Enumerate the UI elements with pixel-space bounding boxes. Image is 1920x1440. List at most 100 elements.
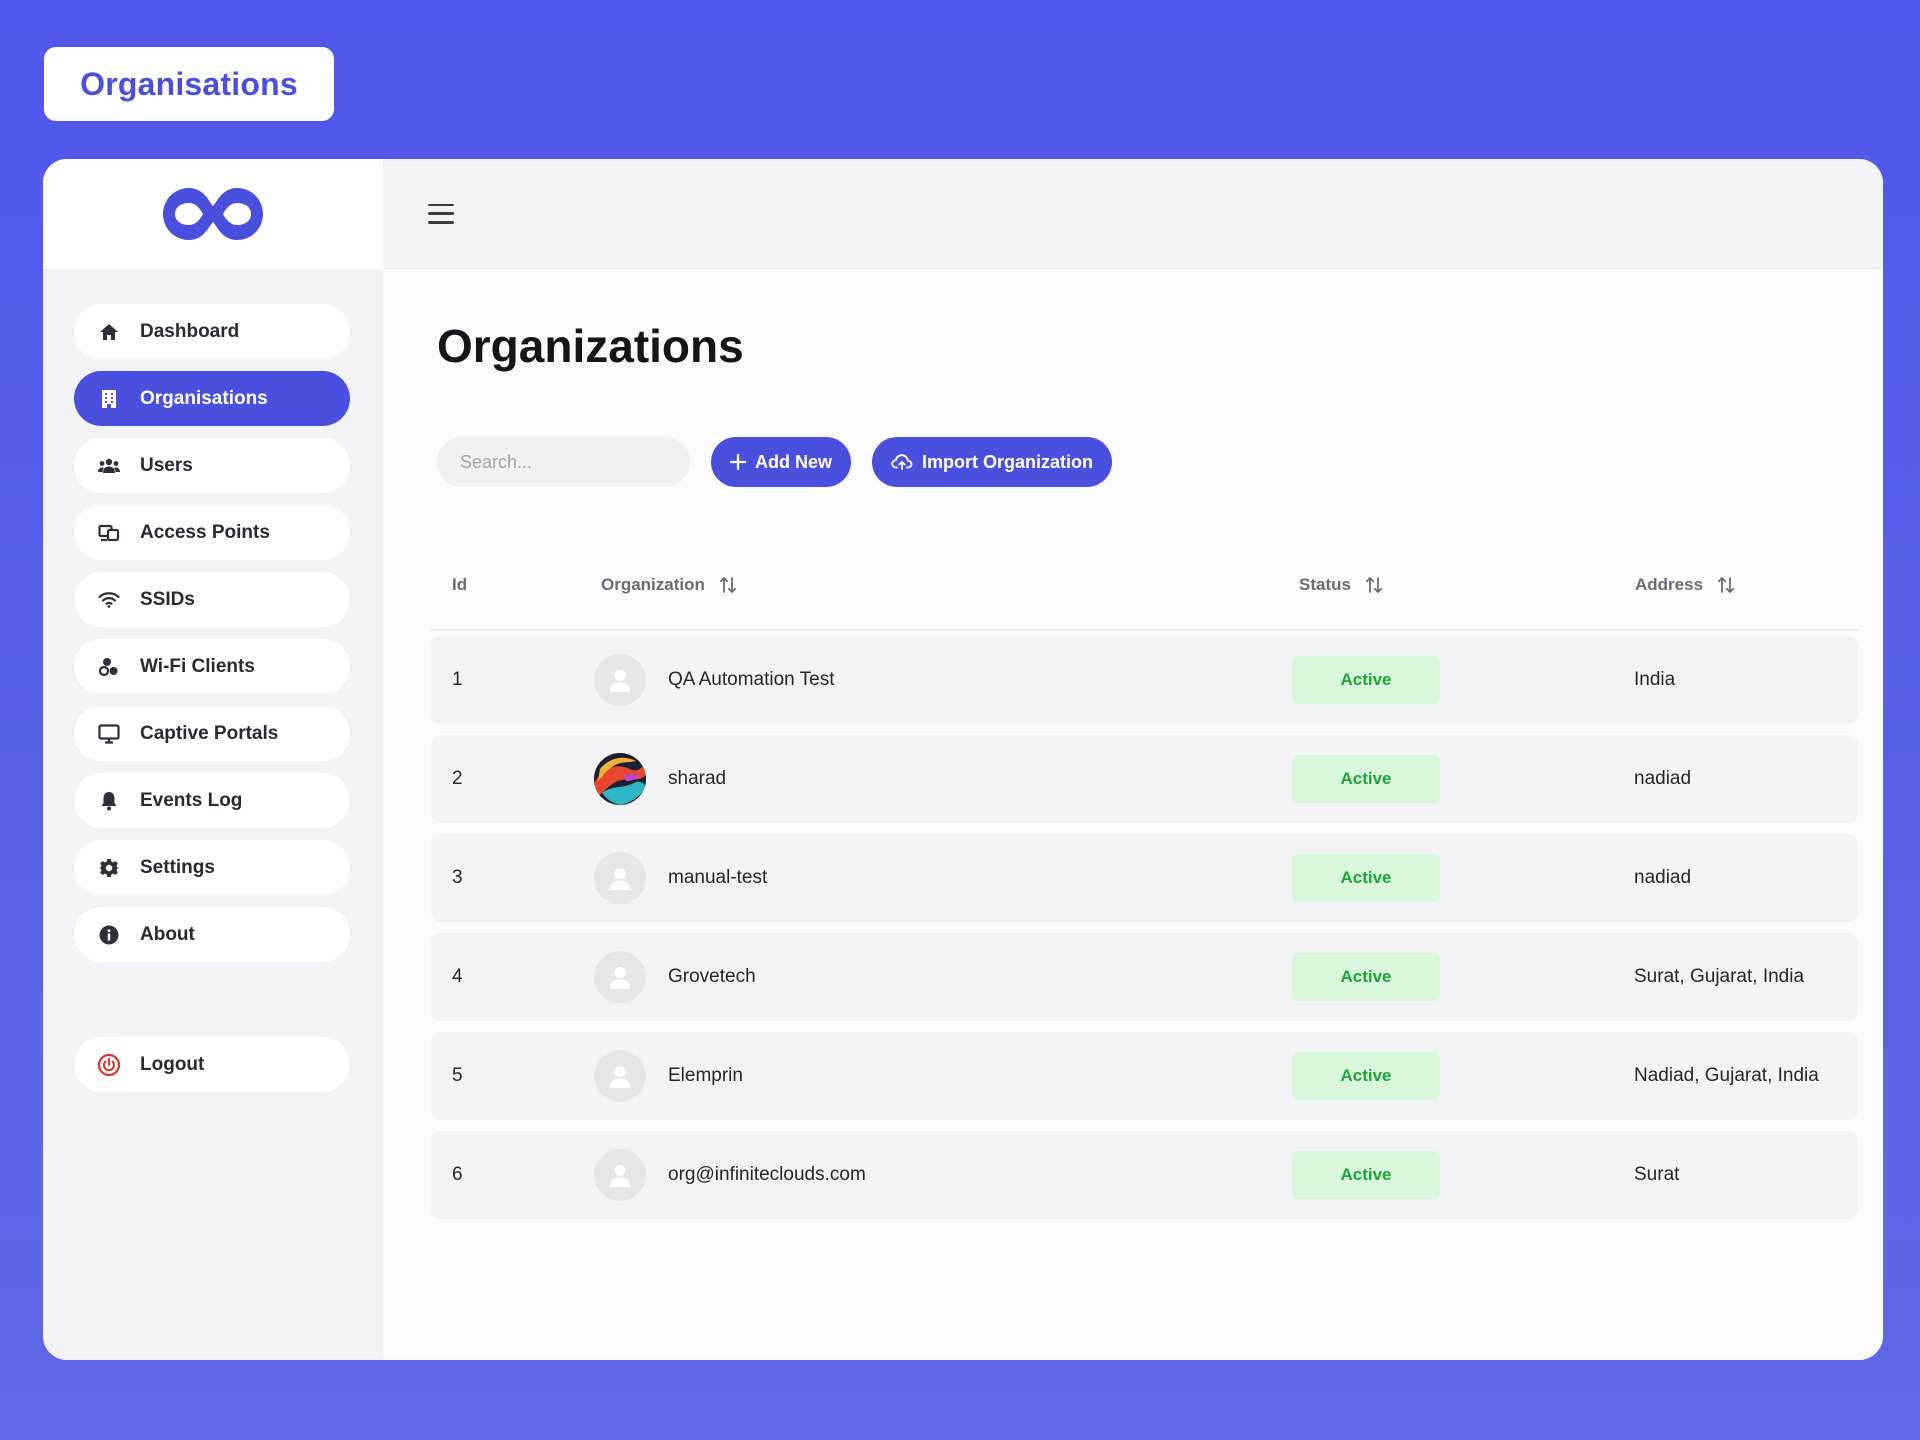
table-row[interactable]: 4 Grovetech Active Surat, Gujarat, India <box>431 933 1858 1021</box>
import-organization-label: Import Organization <box>922 451 1094 472</box>
bell-icon <box>98 790 120 812</box>
monitor-icon <box>98 723 120 745</box>
sidebar-item-label: Users <box>140 454 193 476</box>
table-header: Id Organization Status Address <box>431 539 1858 631</box>
default-avatar-icon <box>594 852 646 904</box>
row-status: Active <box>1292 735 1440 823</box>
sidebar-item-settings[interactable]: Settings <box>74 840 350 895</box>
status-badge: Active <box>1292 953 1440 1001</box>
sidebar-item-events-log[interactable]: Events Log <box>74 773 350 828</box>
row-status: Active <box>1292 1131 1440 1219</box>
row-address: nadiad <box>1634 768 1692 789</box>
building-icon <box>98 388 120 410</box>
access-point-icon <box>98 522 120 544</box>
status-badge: Active <box>1292 1151 1440 1199</box>
main-content: Organizations Add New Import Organizatio… <box>383 159 1883 1360</box>
sort-icon[interactable] <box>719 576 737 594</box>
sidebar-item-about[interactable]: About <box>74 907 350 962</box>
sidebar-item-label: Wi-Fi Clients <box>140 655 255 677</box>
sidebar-item-label: Organisations <box>140 387 268 409</box>
organization-name[interactable]: Elemprin <box>668 1065 743 1087</box>
row-address: nadiad <box>1634 867 1692 888</box>
topbar <box>383 159 1883 269</box>
app-window: Dashboard Organisations Users Access Poi… <box>43 159 1883 1360</box>
sidebar-item-label: Events Log <box>140 789 243 811</box>
row-address: India <box>1634 669 1676 690</box>
add-new-button[interactable]: Add New <box>711 437 852 487</box>
sidebar-nav: Dashboard Organisations Users Access Poi… <box>74 304 350 974</box>
default-avatar-icon <box>594 654 646 706</box>
status-badge: Active <box>1292 1052 1440 1100</box>
power-icon <box>98 1053 120 1076</box>
organization-name[interactable]: Grovetech <box>668 966 756 988</box>
row-address: Surat <box>1634 1164 1680 1185</box>
organization-name[interactable]: manual-test <box>668 867 767 889</box>
column-label: Status <box>1299 575 1351 594</box>
sidebar-item-ssids[interactable]: SSIDs <box>74 572 350 627</box>
sidebar-item-label: SSIDs <box>140 588 195 610</box>
sidebar-item-dashboard[interactable]: Dashboard <box>74 304 350 359</box>
organization-name[interactable]: QA Automation Test <box>668 669 835 691</box>
page-title: Organizations <box>437 320 744 372</box>
status-badge: Active <box>1292 656 1440 704</box>
sidebar: Dashboard Organisations Users Access Poi… <box>43 159 383 1360</box>
status-badge: Active <box>1292 854 1440 902</box>
users-icon <box>98 455 120 477</box>
row-status: Active <box>1292 933 1440 1021</box>
infinity-logo-icon[interactable] <box>161 186 265 242</box>
row-address: Surat, Gujarat, India <box>1634 966 1805 987</box>
column-label: Organization <box>601 575 705 594</box>
clients-icon <box>98 656 120 678</box>
sidebar-item-captive-portals[interactable]: Captive Portals <box>74 706 350 761</box>
default-avatar-icon <box>594 951 646 1003</box>
search-input[interactable] <box>437 437 690 487</box>
row-organization: sharad <box>594 735 726 823</box>
row-id: 1 <box>452 669 463 690</box>
column-header-address[interactable]: Address <box>1635 539 1735 631</box>
sidebar-item-label: About <box>140 923 195 945</box>
status-badge: Active <box>1292 755 1440 803</box>
default-avatar-icon <box>594 1149 646 1201</box>
row-address: Nadiad, Gujarat, India <box>1634 1065 1819 1086</box>
column-header-organization[interactable]: Organization <box>601 539 737 631</box>
organization-name[interactable]: org@infiniteclouds.com <box>668 1164 866 1186</box>
sidebar-item-organisations[interactable]: Organisations <box>74 371 350 426</box>
row-id: 2 <box>452 768 463 789</box>
organization-name[interactable]: sharad <box>668 768 726 790</box>
cloud-upload-icon <box>891 454 913 470</box>
column-label: Id <box>452 575 468 594</box>
table-row[interactable]: 6 org@infiniteclouds.com Active Surat <box>431 1131 1858 1219</box>
hamburger-icon[interactable] <box>428 203 454 224</box>
row-organization: org@infiniteclouds.com <box>594 1131 866 1219</box>
column-label: Address <box>1635 575 1704 594</box>
default-avatar-icon <box>594 1050 646 1102</box>
import-organization-button[interactable]: Import Organization <box>872 437 1113 487</box>
row-status: Active <box>1292 834 1440 922</box>
sidebar-item-access-points[interactable]: Access Points <box>74 505 350 560</box>
organizations-table: Id Organization Status Address 1 QA Auto… <box>431 539 1858 1230</box>
sidebar-item-label: Access Points <box>140 521 270 543</box>
table-row[interactable]: 3 manual-test Active nadiad <box>431 834 1858 922</box>
table-row[interactable]: 2 sharad Active nadiad <box>431 735 1858 823</box>
row-organization: Elemprin <box>594 1032 743 1120</box>
row-organization: Grovetech <box>594 933 756 1021</box>
sidebar-item-users[interactable]: Users <box>74 438 350 493</box>
row-id: 3 <box>452 867 463 888</box>
sort-icon[interactable] <box>1365 576 1383 594</box>
column-header-id: Id <box>452 539 467 631</box>
row-id: 4 <box>452 966 463 987</box>
sort-icon[interactable] <box>1717 576 1735 594</box>
logout-button[interactable]: Logout <box>74 1037 350 1092</box>
column-header-status[interactable]: Status <box>1299 539 1383 631</box>
row-id: 5 <box>452 1065 463 1086</box>
plus-icon <box>730 454 746 470</box>
row-organization: manual-test <box>594 834 767 922</box>
sidebar-item-label: Dashboard <box>140 320 240 342</box>
row-status: Active <box>1292 1032 1440 1120</box>
logo-area <box>43 159 383 269</box>
table-row[interactable]: 1 QA Automation Test Active India <box>431 636 1858 724</box>
home-icon <box>98 321 120 343</box>
table-row[interactable]: 5 Elemprin Active Nadiad, Gujarat, India <box>431 1032 1858 1120</box>
sidebar-item-wifi-clients[interactable]: Wi-Fi Clients <box>74 639 350 694</box>
info-icon <box>98 924 120 946</box>
